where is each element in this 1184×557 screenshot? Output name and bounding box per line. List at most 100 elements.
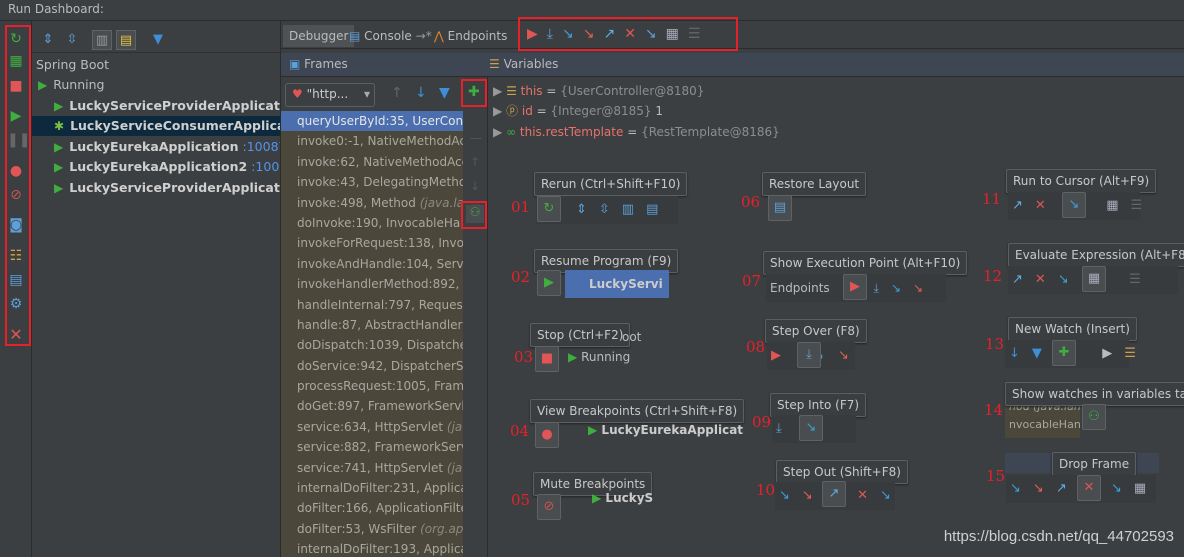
annotation-number: 02 [511, 268, 531, 286]
filter-icon[interactable]: ▼ [439, 85, 450, 101]
drop-frame-icon[interactable]: ✕ [624, 26, 645, 42]
tab-console[interactable]: ▤ Console →* [349, 25, 432, 47]
thread-icon: ♥ [292, 87, 303, 101]
frame-row[interactable]: service:634, HttpServlet (java. [281, 417, 463, 437]
view-breakpoints-icon[interactable]: ● [7, 162, 25, 180]
step-out-icon: ↗ [822, 481, 846, 507]
expand-all-icon[interactable]: ⇕ [38, 30, 58, 50]
frame-method: internalDoFilter:231, Applicati [297, 481, 463, 496]
evaluate-expression-icon[interactable]: ▦ [666, 26, 688, 42]
frame-method: handle:87, AbstractHandlerM [297, 317, 463, 332]
remove-watch-icon[interactable]: — [470, 131, 482, 145]
settings-icon[interactable]: ⚙ [7, 295, 25, 313]
new-watch-icon[interactable]: ✚ [468, 84, 480, 100]
collapse-all-icon[interactable]: ⇳ [62, 30, 82, 50]
app-item-selected[interactable]: ✱LuckyServiceConsumerApplication [32, 116, 280, 136]
frame-row[interactable]: invokeAndHandle:104, Servle [281, 254, 463, 274]
move-up-icon[interactable]: ↑ [470, 155, 480, 169]
tooltip-run-to-cursor: Run to Cursor (Alt+F9) [1006, 169, 1157, 193]
run-to-cursor-icon[interactable]: ↘ [645, 26, 666, 42]
app-item[interactable]: ▶LuckyServiceProviderApplication :8 [32, 96, 280, 116]
frame-row[interactable]: internalDoFilter:231, Applicati [281, 478, 463, 498]
expand-arrow-icon: ▶ [493, 125, 503, 139]
expand-arrow-icon: ▶ [493, 104, 503, 118]
snippet: ▶ LuckyEurekaApplicat [588, 423, 744, 437]
show-execution-point-icon[interactable]: ▶ [527, 26, 547, 42]
filter-icon[interactable]: ▼ [148, 30, 168, 50]
force-step-into-icon[interactable]: ↘ [583, 26, 604, 42]
frame-package: (java.lan [419, 195, 463, 210]
frame-row[interactable]: invoke:498, Method (java.lan [281, 193, 463, 213]
frame-method: processRequest:1005, Frame [297, 379, 463, 394]
frames-header: ▣ Frames [281, 53, 481, 77]
frame-row[interactable]: internalDoFilter:193, Applicati [281, 539, 463, 557]
tab-debugger[interactable]: Debugger [283, 25, 355, 47]
step-over-icon[interactable]: ⤓ [547, 26, 562, 42]
tab-endpoints[interactable]: ⋀ Endpoints [434, 25, 507, 47]
app-item[interactable]: ▶LuckyServiceProviderApplication2 : [32, 178, 280, 198]
move-down-icon[interactable]: ↓ [470, 179, 480, 193]
stop-icon[interactable]: ■ [7, 77, 25, 95]
frame-row[interactable]: doGet:897, FrameworkServlet [281, 396, 463, 416]
tooltip-rerun: Rerun (Ctrl+Shift+F10) [534, 172, 688, 196]
step-into-icon[interactable]: ↘ [562, 26, 583, 42]
arrow-down-icon[interactable]: ↓ [415, 85, 427, 101]
frame-row[interactable]: queryUserById:35, UserContr [281, 111, 463, 132]
frame-row[interactable]: doFilter:53, WsFilter (org.apa [281, 519, 463, 539]
frame-row[interactable]: doDispatch:1039, Dispatcher [281, 335, 463, 355]
trace-icon[interactable]: ☰ [688, 26, 710, 42]
frame-row[interactable]: invokeForRequest:138, Invoca [281, 233, 463, 253]
frame-row[interactable]: invoke:62, NativeMethodAcce [281, 152, 463, 172]
rerun-failed-icon[interactable]: ▦ [7, 52, 25, 70]
frame-row[interactable]: invokeHandlerMethod:892, R [281, 274, 463, 294]
frame-method: doInvoke:190, InvocableHan [297, 215, 463, 230]
app-item[interactable]: ▶LuckyEurekaApplication2 :10086/ [32, 157, 280, 177]
frames-icon: ▣ [289, 57, 301, 71]
variable-row[interactable]: ▶ ☰ this = {UserController@8180} [493, 81, 704, 101]
tree-root[interactable]: Spring Boot [32, 55, 280, 75]
frame-method: invokeHandlerMethod:892, R [297, 277, 463, 292]
run-icon: ▶ [54, 160, 64, 174]
rerun-icon[interactable]: ↻ [7, 30, 25, 48]
variable-row[interactable]: ▶ ⓟ id = {Integer@8185} 1 [493, 101, 663, 121]
frame-row[interactable]: doService:942, DispatcherSer [281, 356, 463, 376]
tree-group-running[interactable]: ▶ Running [32, 75, 280, 95]
tooltip-evaluate-expression: Evaluate Expression (Alt+F8) [1008, 243, 1184, 267]
camera-icon[interactable]: ◙ [7, 216, 25, 234]
step-into-icon: ↘ [799, 415, 823, 441]
frame-row[interactable]: processRequest:1005, Frame [281, 376, 463, 396]
restore-layout-icon[interactable]: ▤ [7, 271, 25, 289]
frame-row[interactable]: handleInternal:797, RequestM [281, 295, 463, 315]
frame-row[interactable]: doFilter:166, ApplicationFilter [281, 498, 463, 518]
annotation-number: 05 [511, 491, 531, 509]
resume-icon[interactable]: ▶ [7, 107, 25, 125]
thread-selector[interactable]: ♥ "http... ▾ [285, 83, 375, 107]
pause-icon[interactable]: ❚❚ [7, 131, 30, 149]
step-out-icon[interactable]: ↗ [603, 26, 624, 42]
tree-toolbar: ⇕ ⇳ ▥ ▤ ▼ [32, 25, 280, 53]
annotation-number: 04 [510, 422, 530, 440]
group-by-type-icon[interactable]: ▥ [92, 30, 112, 50]
frame-method: queryUserById:35, UserContr [297, 114, 463, 128]
threads-icon[interactable]: ☷ [7, 247, 25, 265]
frame-row[interactable]: invoke0:-1, NativeMethodAcc [281, 131, 463, 151]
show-execution-point-icon: ▶ [843, 274, 867, 300]
console-icon: ▤ [349, 29, 361, 43]
frame-row[interactable]: invoke:43, DelegatingMethoc [281, 172, 463, 192]
variable-row[interactable]: ▶ ∞ this.restTemplate = {RestTemplate@81… [493, 122, 780, 142]
frame-row[interactable]: service:882, FrameworkServle [281, 437, 463, 457]
show-watches-icon[interactable]: ⚇ [466, 205, 484, 223]
app-item[interactable]: ▶LuckyEurekaApplication :10087/ [32, 137, 280, 157]
tooltip-stop: Stop (Ctrl+F2) [530, 323, 631, 347]
annotation-number: 08 [746, 338, 766, 356]
arrow-up-icon[interactable]: ↑ [391, 85, 403, 101]
close-icon[interactable]: ✕ [7, 326, 25, 344]
group-by-status-icon[interactable]: ▤ [116, 30, 136, 50]
new-watch-icon: ✚ [1052, 340, 1076, 366]
mute-breakpoints-icon[interactable]: ⊘ [7, 186, 25, 204]
frame-row[interactable]: handle:87, AbstractHandlerM [281, 315, 463, 335]
frame-row[interactable]: service:741, HttpServlet (java. [281, 458, 463, 478]
annotation-number: 01 [511, 198, 531, 216]
evaluate-expression-icon: ▦ [1082, 266, 1106, 292]
frame-row[interactable]: doInvoke:190, InvocableHan [281, 213, 463, 233]
